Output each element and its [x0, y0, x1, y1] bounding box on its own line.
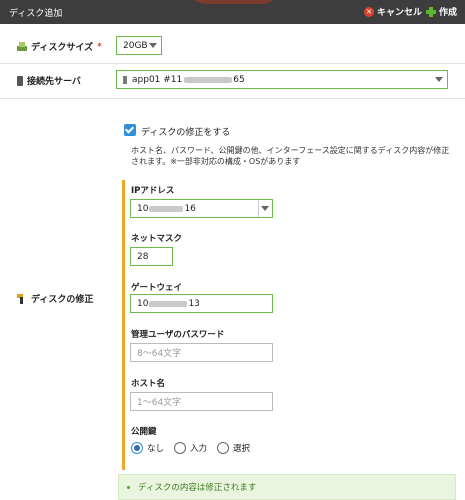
- bullet-icon: [127, 485, 130, 489]
- pubkey-option-none[interactable]: なし: [131, 442, 164, 454]
- server-select[interactable]: app01 #11 65: [116, 70, 448, 89]
- redacted-text: [149, 205, 184, 212]
- pubkey-option-select[interactable]: 選択: [217, 442, 250, 454]
- redacted-text: [149, 300, 188, 307]
- ip-suffix: 16: [184, 203, 196, 214]
- header-decoration: [188, 0, 280, 4]
- gateway-label: ゲートウェイ: [131, 283, 183, 293]
- netmask-label: ネットマスク: [131, 234, 183, 244]
- create-button[interactable]: 作成: [426, 5, 457, 18]
- radio-label: 選択: [233, 444, 251, 454]
- modify-notice: ディスクの内容は修正されます: [118, 474, 456, 500]
- chevron-down-icon: [435, 77, 443, 82]
- pubkey-radio-group: なし 入力 選択: [131, 442, 254, 454]
- server-label-text: 接続先サーバ: [27, 77, 81, 87]
- ip-select[interactable]: 10 16: [130, 199, 273, 218]
- notice-text: ディスクの内容は修正されます: [138, 483, 257, 493]
- plus-icon: [426, 6, 436, 17]
- modify-label: ディスクの修正: [17, 292, 93, 305]
- hostname-input[interactable]: 1〜64文字: [130, 392, 273, 411]
- server-icon: [17, 75, 23, 86]
- pubkey-label: 公開鍵: [131, 427, 157, 437]
- server-value-suffix: 65: [233, 74, 245, 85]
- section-indicator: [122, 180, 125, 470]
- server-icon: [123, 75, 127, 84]
- disk-size-label: ディスクサイズ *: [17, 40, 102, 53]
- radio-label: 入力: [190, 444, 208, 454]
- ip-prefix: 10: [137, 203, 149, 214]
- server-label: 接続先サーバ: [17, 74, 81, 87]
- gateway-prefix: 10: [137, 298, 149, 309]
- netmask-value: 28: [137, 251, 149, 262]
- password-label: 管理ユーザのパスワード: [131, 330, 225, 340]
- disk-icon: [17, 42, 27, 51]
- modify-note: ホスト名、パスワード、公開鍵の他、インターフェース設定に関するディスク内容が修正…: [131, 146, 450, 166]
- password-placeholder: 8〜64文字: [137, 349, 182, 359]
- disk-size-value: 20GB: [123, 40, 148, 51]
- pubkey-option-input[interactable]: 入力: [174, 442, 207, 454]
- radio-button[interactable]: [131, 442, 143, 454]
- disk-size-select[interactable]: 20GB: [116, 36, 162, 55]
- radio-button[interactable]: [217, 442, 230, 454]
- netmask-input[interactable]: 28: [130, 247, 173, 266]
- required-mark: *: [97, 41, 102, 52]
- ip-label: IPアドレス: [131, 186, 175, 196]
- password-input[interactable]: 8〜64文字: [130, 343, 273, 362]
- radio-button[interactable]: [174, 442, 187, 454]
- chevron-down-icon: [149, 43, 157, 48]
- wrench-icon: [17, 293, 27, 304]
- create-label: 作成: [439, 8, 458, 18]
- radio-label: なし: [147, 444, 165, 454]
- gateway-suffix: 13: [188, 298, 200, 309]
- modify-checkbox-label: ディスクの修正をする: [141, 128, 231, 138]
- cancel-label: キャンセル: [377, 8, 423, 18]
- modify-label-text: ディスクの修正: [31, 295, 94, 305]
- server-value-prefix: app01 #11: [132, 74, 183, 85]
- cancel-icon: ✕: [364, 6, 374, 17]
- redacted-text: [184, 76, 233, 83]
- dropdown-toggle[interactable]: [258, 200, 272, 217]
- dialog-title: ディスク追加: [9, 9, 63, 19]
- disk-size-label-text: ディスクサイズ: [31, 43, 94, 53]
- chevron-down-icon: [261, 206, 269, 211]
- gateway-input[interactable]: 10 13: [130, 294, 273, 313]
- modify-checkbox[interactable]: [124, 124, 136, 136]
- cancel-button[interactable]: ✕ キャンセル: [364, 5, 422, 18]
- hostname-placeholder: 1〜64文字: [137, 398, 182, 408]
- dialog-header: ディスク追加 ✕ キャンセル 作成: [0, 0, 465, 24]
- hostname-label: ホスト名: [131, 379, 166, 389]
- divider: [0, 98, 465, 99]
- divider: [0, 63, 465, 64]
